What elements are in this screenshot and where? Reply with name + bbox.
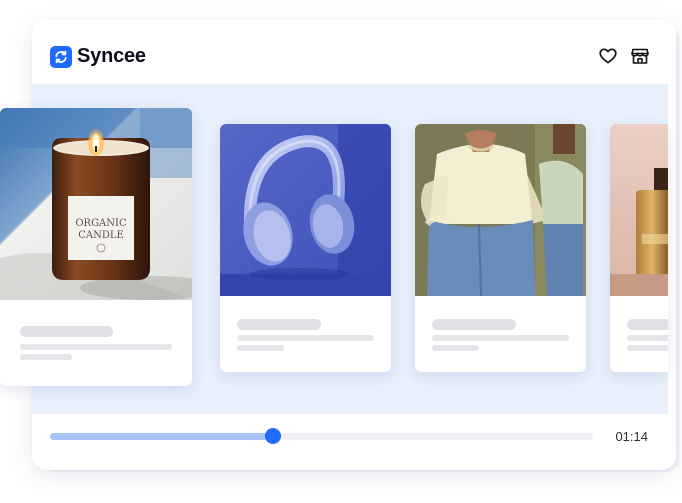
- brand-logo[interactable]: Syncee: [50, 45, 146, 68]
- heart-icon[interactable]: [598, 46, 618, 66]
- product-line-placeholder: [432, 345, 479, 351]
- product-title-placeholder: [432, 319, 516, 330]
- product-card[interactable]: [610, 124, 668, 372]
- store-icon[interactable]: [630, 46, 650, 66]
- candle-label-subtext: CANDLE: [78, 230, 124, 241]
- product-line-placeholder: [20, 354, 72, 360]
- progress-handle[interactable]: [264, 428, 281, 444]
- product-title-placeholder: [627, 319, 668, 330]
- product-line-placeholder: [237, 345, 284, 351]
- sync-logo-icon: [50, 45, 72, 68]
- video-player-controls: 01:14: [50, 426, 650, 448]
- product-title-placeholder: [237, 319, 321, 330]
- progress-track[interactable]: [50, 428, 593, 444]
- product-line-placeholder: [627, 335, 668, 341]
- product-card[interactable]: [220, 124, 391, 372]
- product-line-placeholder: [237, 335, 374, 341]
- product-line-placeholder: [432, 335, 569, 341]
- product-card[interactable]: [415, 124, 586, 372]
- header: Syncee: [50, 42, 650, 72]
- product-title-placeholder: [20, 326, 113, 337]
- brand-name: Syncee: [77, 45, 146, 67]
- product-line-placeholder: [627, 345, 668, 351]
- blouse-jeans-photo: [415, 124, 586, 296]
- progress-fill: [50, 433, 273, 440]
- candle-jar-photo: ORGANIC CANDLE: [0, 108, 192, 300]
- product-card[interactable]: ORGANIC CANDLE: [0, 108, 192, 386]
- candle-label-text: ORGANIC: [75, 218, 127, 229]
- headphones-photo: [220, 124, 391, 296]
- perfume-bottle-photo: [610, 124, 668, 296]
- product-line-placeholder: [20, 344, 172, 350]
- elapsed-time: 01:14: [615, 429, 648, 444]
